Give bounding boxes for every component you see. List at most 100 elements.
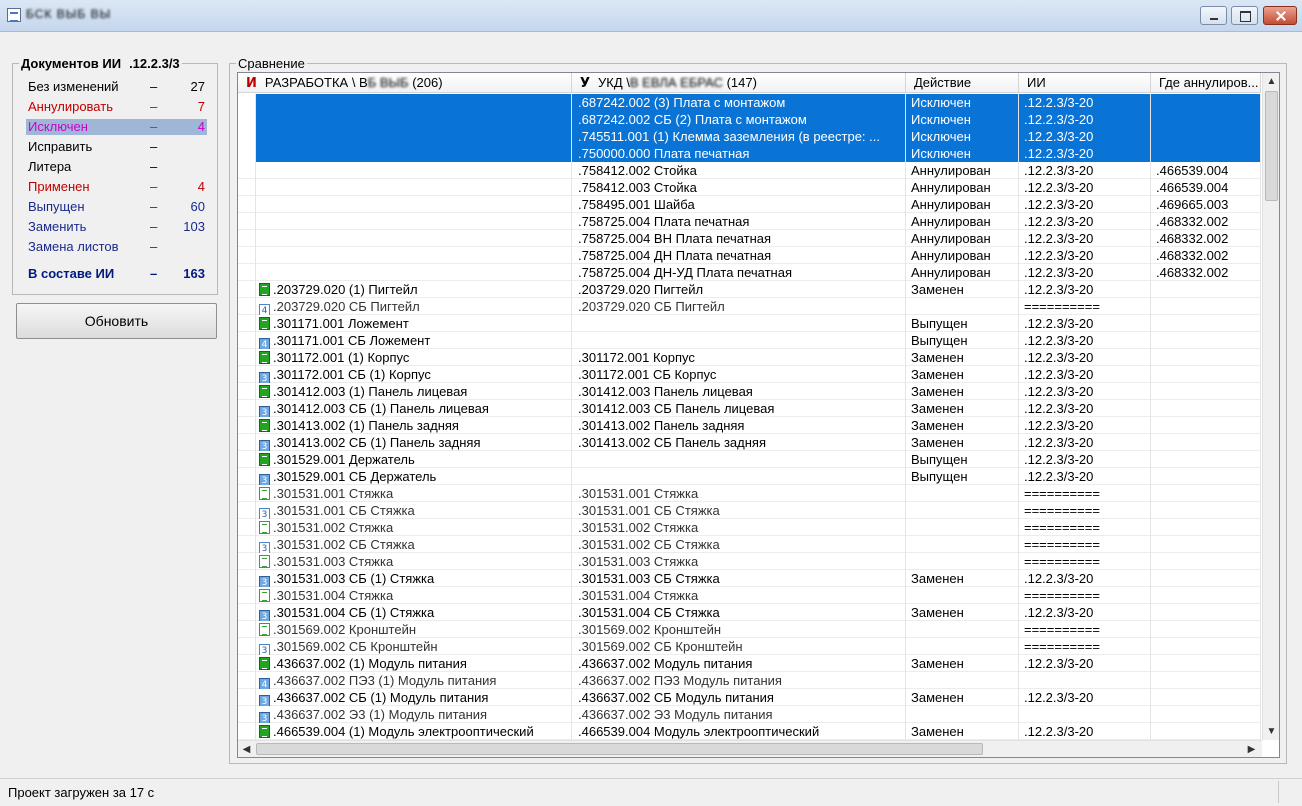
table-row[interactable]: 3.301569.002 СБ Кронштейн .301569.002 СБ …	[238, 638, 1261, 655]
cell-action: Заменен	[906, 570, 1019, 587]
table-row[interactable]: .301171.001 Ложемент Выпущен .12.2.3/3-20	[238, 315, 1261, 332]
table-row[interactable]: .758725.004 ВН Плата печатная Аннулирован…	[238, 230, 1261, 247]
cell-ukd: .301412.003 Панель лицевая	[572, 383, 906, 400]
document-icon	[259, 487, 270, 500]
maximize-button[interactable]	[1231, 6, 1258, 25]
table-row[interactable]: .301531.004 Стяжка .301531.004 Стяжка ====…	[238, 587, 1261, 604]
cell-ii: .12.2.3/3-20	[1019, 247, 1151, 264]
assembly-doc-icon: 3	[259, 644, 270, 655]
table-row[interactable]: .203729.020 (1) Пигтейл .203729.020 Пигте…	[238, 281, 1261, 298]
minimize-button[interactable]	[1200, 6, 1227, 25]
cell-where-annulled	[1151, 706, 1261, 723]
cell-where-annulled: .466539.004	[1151, 179, 1261, 196]
summary-row[interactable]: Применен – 4	[26, 179, 207, 195]
header-where-annulled[interactable]: Где аннулиров...	[1151, 73, 1261, 93]
table-row[interactable]: .758725.004 Плата печатная Аннулирован .12…	[238, 213, 1261, 230]
cell-development-text: .301413.002 (1) Панель задняя	[273, 418, 459, 433]
cell-ii: .12.2.3/3-20	[1019, 655, 1151, 672]
cell-ii: .12.2.3/3-20	[1019, 196, 1151, 213]
table-row[interactable]: .301413.002 (1) Панель задняя .301413.002…	[238, 417, 1261, 434]
table-row[interactable]: 3.436637.002 СБ (1) Модуль питания .43663…	[238, 689, 1261, 706]
header-ukd[interactable]: У УКД \В ЕВЛА ЕБРАС (147)	[572, 73, 906, 93]
summary-row[interactable]: Исключен – 4	[26, 119, 207, 135]
horizontal-scroll-thumb[interactable]	[256, 743, 983, 755]
summary-row[interactable]: Выпущен – 60	[26, 199, 207, 215]
scroll-down-icon[interactable]: ▼	[1263, 723, 1279, 740]
vertical-scroll-thumb[interactable]	[1265, 91, 1278, 201]
table-row[interactable]: .687242.002 СБ (2) Плата с монтажом Исклю…	[238, 111, 1261, 128]
table-row[interactable]: 3.301412.003 СБ (1) Панель лицевая .30141…	[238, 400, 1261, 417]
cell-ukd: .436637.002 ПЭ3 Модуль питания	[572, 672, 906, 689]
comparison-table[interactable]: И РАЗРАБОТКА \ ВБ ВЫБ (206) У УКД \В ЕВЛА …	[237, 72, 1280, 758]
table-row[interactable]: .466539.004 (1) Модуль электрооптический…	[238, 723, 1261, 740]
summary-title-label: Документов ИИ	[21, 56, 122, 71]
table-row[interactable]: .745511.001 (1) Клемма заземления (в рее…	[238, 128, 1261, 145]
table-row[interactable]: .301531.001 Стяжка .301531.001 Стяжка ====…	[238, 485, 1261, 502]
table-row[interactable]: .750000.000 Плата печатная Исключен .12.2.…	[238, 145, 1261, 162]
table-row[interactable]: 3.301531.001 СБ Стяжка .301531.001 СБ Стя…	[238, 502, 1261, 519]
cell-development-text: .301412.003 СБ (1) Панель лицевая	[273, 401, 489, 416]
summary-row[interactable]: Исправить –	[26, 139, 207, 155]
table-row[interactable]: .301569.002 Кронштейн .301569.002 Кронште…	[238, 621, 1261, 638]
table-row[interactable]: 3.301531.004 СБ (1) Стяжка .301531.004 СБ…	[238, 604, 1261, 621]
vertical-scrollbar[interactable]: ▲ ▼	[1262, 73, 1279, 740]
cell-ukd: .301531.003 СБ Стяжка	[572, 570, 906, 587]
cell-development-text: .301172.001 СБ (1) Корпус	[273, 367, 431, 382]
table-row[interactable]: 3.301529.001 СБ Держатель Выпущен .12.2.3/…	[238, 468, 1261, 485]
header-action[interactable]: Действие	[906, 73, 1019, 93]
table-row[interactable]: 3.301531.003 СБ (1) Стяжка .301531.003 СБ…	[238, 570, 1261, 587]
summary-row[interactable]: Замена листов –	[26, 239, 207, 255]
summary-row[interactable]: Литера –	[26, 159, 207, 175]
cell-development	[256, 247, 572, 264]
row-indicator	[238, 570, 256, 587]
table-row[interactable]: .301529.001 Держатель Выпущен .12.2.3/3-20	[238, 451, 1261, 468]
summary-row-dash: –	[150, 99, 158, 114]
table-row[interactable]: .758725.004 ДН Плата печатная Аннулирован…	[238, 247, 1261, 264]
header-development[interactable]: И РАЗРАБОТКА \ ВБ ВЫБ (206)	[238, 73, 572, 93]
summary-row[interactable]: Без изменений – 27	[26, 79, 207, 95]
comparison-title: Сравнение	[236, 56, 307, 71]
cell-action: Исключен	[906, 111, 1019, 128]
cell-ukd: .758725.004 ДН Плата печатная	[572, 247, 906, 264]
table-row[interactable]: 4.203729.020 СБ Пигтейл .203729.020 СБ Пи…	[238, 298, 1261, 315]
cell-development: .301171.001 Ложемент	[256, 315, 572, 332]
close-button[interactable]	[1263, 6, 1297, 25]
summary-total-label: В составе ИИ	[28, 266, 115, 281]
row-indicator	[238, 485, 256, 502]
scroll-right-icon[interactable]: ▶	[1243, 741, 1260, 757]
table-row[interactable]: .758412.003 Стойка Аннулирован .12.2.3/3-2…	[238, 179, 1261, 196]
table-row[interactable]: 3.301172.001 СБ (1) Корпус .301172.001 СБ…	[238, 366, 1261, 383]
scroll-left-icon[interactable]: ◀	[238, 741, 255, 757]
table-row[interactable]: 4.301171.001 СБ Ложемент Выпущен .12.2.3/3…	[238, 332, 1261, 349]
table-row[interactable]: .301172.001 (1) Корпус .301172.001 Корпус…	[238, 349, 1261, 366]
table-row[interactable]: .758495.001 Шайба Аннулирован .12.2.3/3-20…	[238, 196, 1261, 213]
table-row[interactable]: .687242.002 (3) Плата с монтажом Исключен…	[238, 94, 1261, 111]
scroll-up-icon[interactable]: ▲	[1263, 73, 1279, 90]
cell-where-annulled	[1151, 298, 1261, 315]
cell-development: 3.436637.002 Э3 (1) Модуль питания	[256, 706, 572, 723]
table-row[interactable]: 3.436637.002 Э3 (1) Модуль питания .43663…	[238, 706, 1261, 723]
cell-ii: .12.2.3/3-20	[1019, 468, 1151, 485]
header-ii[interactable]: ИИ	[1019, 73, 1151, 93]
table-row[interactable]: 3.301531.002 СБ Стяжка .301531.002 СБ Стя…	[238, 536, 1261, 553]
table-row[interactable]: .301531.003 Стяжка .301531.003 Стяжка ====…	[238, 553, 1261, 570]
cell-development-text: .436637.002 Э3 (1) Модуль питания	[273, 707, 488, 722]
cell-ukd: .758725.004 ДН-УД Плата печатная	[572, 264, 906, 281]
table-row[interactable]: 4.436637.002 ПЭ3 (1) Модуль питания .4366…	[238, 672, 1261, 689]
cell-development	[256, 145, 572, 162]
table-row[interactable]: 3.301413.002 СБ (1) Панель задняя .301413…	[238, 434, 1261, 451]
table-row[interactable]: .758725.004 ДН-УД Плата печатная Аннулиро…	[238, 264, 1261, 281]
table-row[interactable]: .301412.003 (1) Панель лицевая .301412.00…	[238, 383, 1261, 400]
summary-row-dash: –	[150, 159, 158, 174]
minimize-icon	[1201, 7, 1226, 24]
table-row[interactable]: .758412.002 Стойка Аннулирован .12.2.3/3-2…	[238, 162, 1261, 179]
refresh-button[interactable]: Обновить	[16, 303, 217, 339]
table-row[interactable]: .436637.002 (1) Модуль питания .436637.00…	[238, 655, 1261, 672]
summary-row[interactable]: Аннулировать – 7	[26, 99, 207, 115]
table-row[interactable]: .301531.002 Стяжка .301531.002 Стяжка ====…	[238, 519, 1261, 536]
cell-ii: ==========	[1019, 519, 1151, 536]
summary-row[interactable]: Заменить – 103	[26, 219, 207, 235]
horizontal-scrollbar[interactable]: ◀ ▶	[238, 740, 1262, 757]
cell-development-text: .301529.001 СБ Держатель	[273, 469, 437, 484]
assembly-doc-icon: 4	[259, 338, 270, 349]
